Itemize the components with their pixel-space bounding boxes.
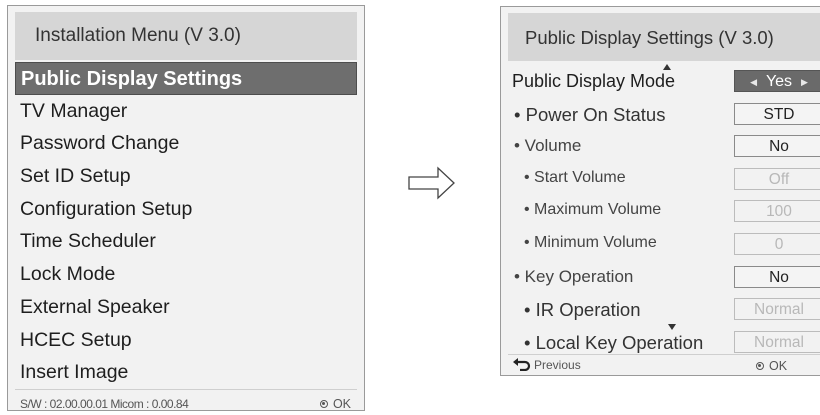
setting-row-maximum-volume: • Maximum Volume 100 bbox=[501, 195, 820, 228]
footer-divider bbox=[15, 389, 357, 390]
ok-hint[interactable]: OK bbox=[756, 359, 787, 373]
installation-menu-footer: S/W : 02.00.00.01 Micom : 0.00.84 OK bbox=[15, 395, 357, 411]
setting-value: Yes bbox=[765, 73, 793, 90]
setting-value: Off bbox=[734, 167, 820, 190]
public-display-settings-title: Public Display Settings (V 3.0) bbox=[525, 27, 774, 48]
menu-item-insert-image[interactable]: Insert Image bbox=[15, 356, 357, 389]
setting-row-ir-operation: • IR Operation Normal bbox=[501, 293, 820, 326]
installation-menu-list: Public Display Settings TV Manager Passw… bbox=[15, 62, 357, 389]
menu-item-time-scheduler[interactable]: Time Scheduler bbox=[15, 225, 357, 258]
installation-menu-title: Installation Menu (V 3.0) bbox=[35, 25, 241, 46]
menu-item-lock-mode[interactable]: Lock Mode bbox=[15, 258, 357, 291]
installation-menu-header: Installation Menu (V 3.0) bbox=[15, 12, 357, 60]
software-version-text: S/W : 02.00.00.01 Micom : 0.00.84 bbox=[20, 397, 189, 411]
setting-row-key-operation[interactable]: • Key Operation No bbox=[501, 261, 820, 294]
ok-label: OK bbox=[769, 359, 788, 373]
scroll-down-icon[interactable] bbox=[668, 324, 676, 330]
setting-row-volume[interactable]: • Volume No bbox=[501, 130, 820, 163]
menu-item-tv-manager[interactable]: TV Manager bbox=[15, 95, 357, 128]
setting-value: Normal bbox=[734, 330, 820, 353]
previous-label: Previous bbox=[534, 358, 581, 372]
right-hollow-arrow-icon bbox=[408, 166, 455, 200]
ok-button-icon bbox=[756, 361, 764, 370]
setting-value[interactable]: No bbox=[734, 135, 820, 158]
setting-row-minimum-volume: • Minimum Volume 0 bbox=[501, 228, 820, 261]
setting-value: Normal bbox=[734, 298, 820, 321]
setting-label: • Minimum Volume bbox=[524, 233, 657, 251]
menu-item-external-speaker[interactable]: External Speaker bbox=[15, 291, 357, 324]
setting-label: • Local Key Operation bbox=[524, 331, 704, 353]
settings-list: Public Display Mode ◀ Yes ▶ • Power On S… bbox=[501, 65, 820, 358]
setting-row-public-display-mode[interactable]: Public Display Mode ◀ Yes ▶ bbox=[501, 65, 820, 98]
setting-label: Public Display Mode bbox=[512, 71, 676, 91]
setting-value[interactable]: No bbox=[734, 265, 820, 288]
setting-label: • Power On Status bbox=[514, 103, 666, 125]
menu-item-set-id-setup[interactable]: Set ID Setup bbox=[15, 160, 357, 193]
previous-button[interactable]: Previous bbox=[513, 357, 581, 372]
footer-divider bbox=[508, 354, 820, 355]
setting-label: • Volume bbox=[514, 136, 582, 156]
ok-hint[interactable]: OK bbox=[319, 397, 351, 411]
setting-value[interactable]: STD bbox=[734, 102, 820, 125]
public-display-settings-header: Public Display Settings (V 3.0) bbox=[508, 13, 820, 61]
setting-label: • IR Operation bbox=[524, 299, 641, 321]
arrow-left-icon[interactable]: ◀ bbox=[750, 77, 757, 87]
installation-menu-panel: Installation Menu (V 3.0) Public Display… bbox=[7, 5, 365, 411]
back-arrow-icon bbox=[513, 357, 531, 371]
menu-item-hcec-setup[interactable]: HCEC Setup bbox=[15, 324, 357, 357]
public-display-settings-footer: Previous OK bbox=[501, 356, 820, 374]
setting-label: • Start Volume bbox=[524, 168, 626, 186]
setting-label: • Key Operation bbox=[514, 266, 634, 286]
setting-row-power-on-status[interactable]: • Power On Status STD bbox=[501, 98, 820, 131]
ok-label: OK bbox=[332, 397, 351, 411]
setting-value-selector[interactable]: ◀ Yes ▶ bbox=[734, 70, 820, 92]
menu-item-password-change[interactable]: Password Change bbox=[15, 127, 357, 160]
ok-button-icon bbox=[319, 399, 328, 408]
public-display-settings-panel: Public Display Settings (V 3.0) Public D… bbox=[500, 6, 820, 376]
menu-item-public-display-settings[interactable]: Public Display Settings bbox=[15, 62, 357, 95]
setting-value: 100 bbox=[734, 200, 820, 223]
setting-row-start-volume: • Start Volume Off bbox=[501, 163, 820, 196]
menu-item-configuration-setup[interactable]: Configuration Setup bbox=[15, 193, 357, 226]
setting-value: 0 bbox=[734, 232, 820, 255]
setting-label: • Maximum Volume bbox=[524, 201, 662, 219]
arrow-right-icon[interactable]: ▶ bbox=[801, 77, 808, 87]
